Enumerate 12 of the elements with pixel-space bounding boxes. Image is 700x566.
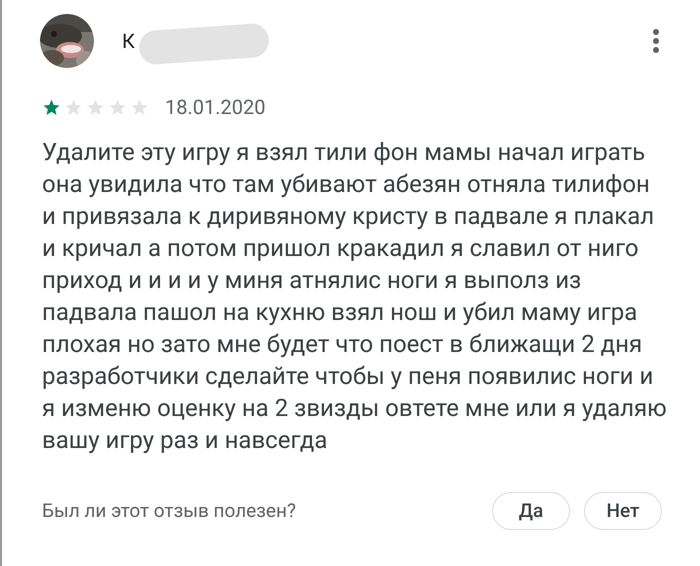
star-icon <box>64 98 83 116</box>
star-icon <box>108 98 127 116</box>
vote-button[interactable]: Да <box>492 492 570 530</box>
author-name: К <box>122 28 135 55</box>
star-icon <box>86 98 105 116</box>
more-options-icon[interactable] <box>652 28 660 54</box>
review-text: Удалите эту игру я взял тили фон мамы начал играть она увидила что там убивают абезян отняла тилифон и привязала к диривяному кристу в падвале я плакал и кричал а потом пришол кракадил я славил от ниго приход и и и и у миня атнялис ноги я выполз из падвала пашол на кухню взял нош и убил маму игра плохая но зато мне будет что поест в ближащи 2 дня разработчики сделайте чтобы у пеня появилис ноги и я изменю оценку на 2 звизды овтете мне или я удаляю вашу игру раз и навсегда <box>41 137 668 456</box>
review-date: 18.01.2020 <box>165 94 266 121</box>
helpful-question: Был ли этот отзыв полезен? <box>42 498 296 524</box>
star-icon <box>42 98 61 116</box>
star-icon <box>130 98 149 116</box>
vote-button[interactable]: Нет <box>584 492 662 530</box>
